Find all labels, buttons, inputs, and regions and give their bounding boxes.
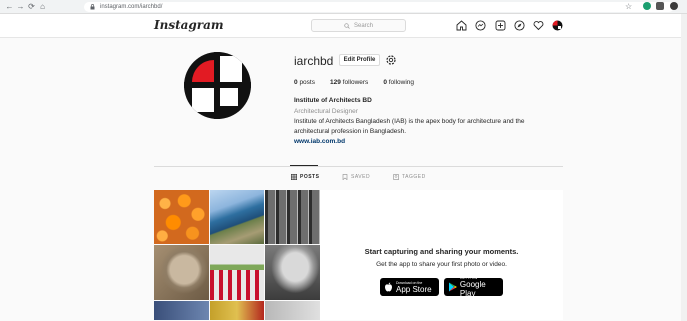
profile-full-name: Institute of Architects BD — [294, 97, 372, 104]
instagram-header: Instagram Search — [0, 14, 687, 38]
promo-title: Start capturing and sharing your moments… — [364, 247, 519, 256]
extension-icon[interactable] — [643, 2, 651, 10]
google-play-icon — [448, 282, 457, 292]
photo-cat — [154, 245, 209, 300]
instagram-logo[interactable]: Instagram — [154, 18, 224, 32]
search-placeholder: Search — [353, 22, 373, 29]
app-store-button[interactable]: Download on the App Store — [380, 278, 439, 296]
home-icon[interactable]: ⌂ — [37, 1, 48, 13]
bookmark-icon — [342, 174, 348, 180]
photo-bottom-1 — [154, 301, 209, 320]
tab-tagged-label: TAGGED — [402, 174, 426, 180]
get-app-promo: Start capturing and sharing your moments… — [320, 190, 563, 320]
appstore-big-text: App Store — [396, 284, 432, 294]
reload-icon[interactable]: ⟳ — [26, 1, 37, 13]
new-post-icon[interactable] — [495, 20, 506, 31]
search-icon — [344, 22, 350, 29]
profile-website-link[interactable]: www.iab.com.bd — [294, 138, 345, 145]
messenger-icon[interactable] — [475, 20, 486, 31]
profile-category: Architectural Designer — [294, 108, 358, 115]
posts-label: posts — [299, 79, 315, 86]
photo-photobooth-strip — [265, 190, 320, 244]
browser-avatar-icon[interactable] — [670, 2, 678, 10]
apple-icon — [385, 282, 392, 292]
back-icon[interactable]: ← — [4, 1, 15, 13]
page-scrollbar[interactable] — [681, 14, 687, 321]
followers-label: followers — [342, 79, 369, 86]
settings-gear-icon[interactable] — [385, 54, 397, 66]
google-play-button[interactable]: GET IT ON Google Play — [444, 276, 503, 298]
tag-person-icon — [393, 174, 399, 180]
profile-bio: Institute of Architects Bangladesh (IAB)… — [294, 118, 525, 135]
sample-photo-grid — [154, 190, 320, 320]
photo-coastline — [210, 190, 264, 244]
browser-toolbar: ← → ⟳ ⌂ instagram.com/iarchbd/ ☆ — [0, 0, 687, 14]
star-icon[interactable]: ☆ — [625, 2, 632, 12]
posts-stat: 0 posts — [294, 79, 315, 86]
address-bar[interactable]: instagram.com/iarchbd/ ☆ — [84, 2, 674, 12]
extensions-puzzle-icon[interactable] — [656, 2, 664, 10]
photo-cactus-wall — [210, 245, 264, 300]
explore-compass-icon[interactable] — [514, 20, 525, 31]
photo-oranges — [154, 190, 209, 244]
tab-posts-label: POSTS — [300, 174, 320, 180]
photo-baby-bw — [265, 245, 320, 300]
play-big-text: Google Play — [459, 280, 486, 298]
posts-count: 0 — [294, 79, 298, 86]
forward-icon[interactable]: → — [15, 1, 26, 13]
following-count: 0 — [383, 79, 387, 86]
following-label: following — [388, 79, 415, 86]
profile-username: iarchbd — [294, 54, 334, 68]
address-text: instagram.com/iarchbd/ — [100, 4, 163, 10]
lock-icon — [90, 4, 95, 10]
tab-saved-label: SAVED — [351, 174, 371, 180]
profile-picture[interactable] — [184, 52, 251, 119]
tabs-divider — [154, 166, 563, 167]
home-icon[interactable] — [456, 20, 467, 31]
following-stat[interactable]: 0 following — [383, 79, 414, 86]
promo-subtitle: Get the app to share your first photo or… — [376, 261, 507, 268]
tab-posts[interactable]: POSTS — [291, 174, 319, 180]
profile-avatar-icon[interactable] — [552, 20, 563, 31]
active-tab-indicator — [290, 165, 318, 166]
profile-stats: 0 posts 129 followers 0 following — [294, 79, 414, 86]
followers-count: 129 — [329, 79, 341, 86]
edit-profile-button[interactable]: Edit Profile — [339, 54, 380, 66]
grid-icon — [291, 174, 297, 180]
photo-bottom-3 — [265, 301, 320, 320]
photo-bottom-2 — [210, 301, 264, 320]
search-input[interactable]: Search — [311, 19, 406, 32]
tab-saved[interactable]: SAVED — [342, 174, 370, 180]
heart-icon[interactable] — [533, 20, 544, 31]
tab-tagged[interactable]: TAGGED — [393, 174, 426, 180]
followers-stat[interactable]: 129 followers — [330, 79, 368, 86]
